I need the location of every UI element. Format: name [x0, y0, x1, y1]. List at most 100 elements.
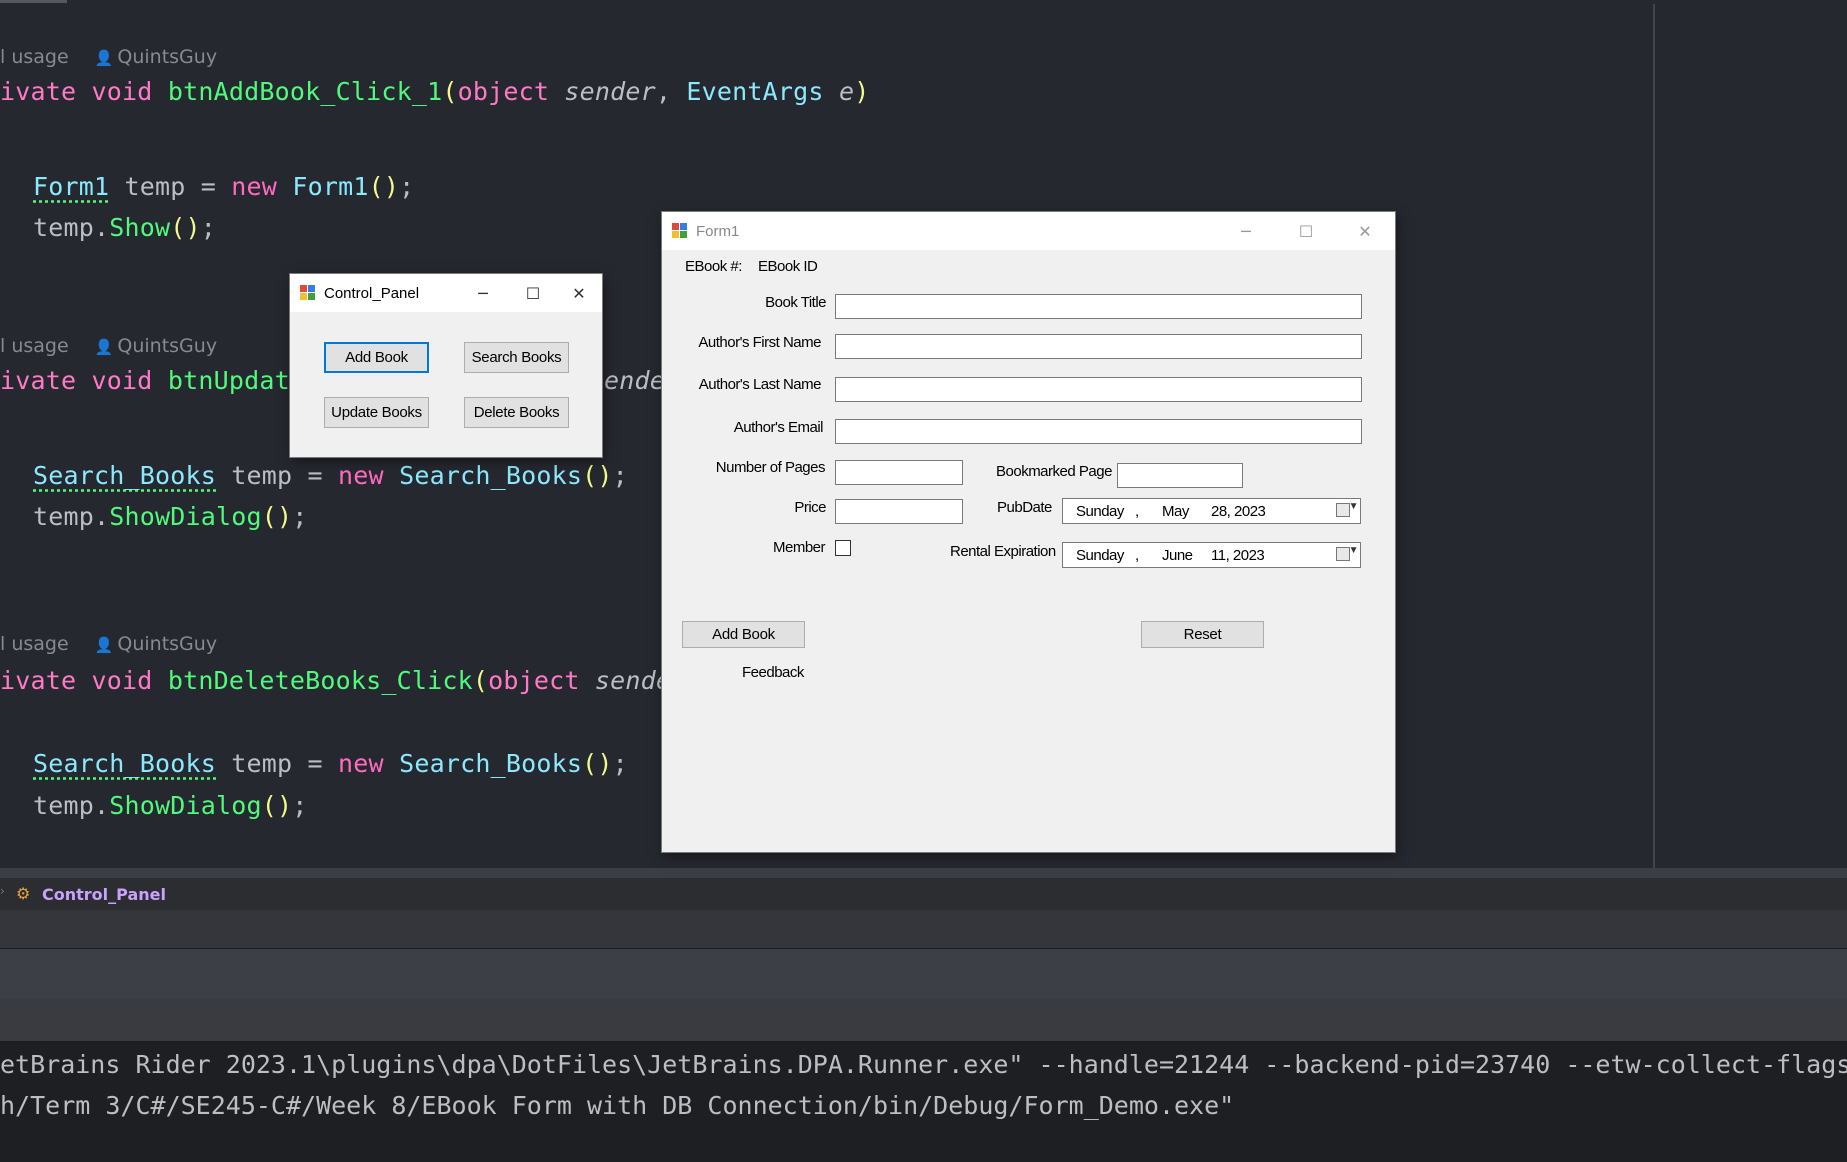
minimize-icon[interactable]: ─ [1223, 217, 1269, 245]
price-label: Price [794, 499, 826, 516]
form1-titlebar[interactable]: Form1 ─ ☐ ✕ [662, 212, 1395, 250]
number-of-pages-input[interactable] [835, 460, 963, 485]
rental-expiration-label: Rental Expiration [950, 543, 1056, 560]
code-param: sender [564, 77, 656, 106]
code-line[interactable]: Search_Books temp = new Search_Books(); [33, 749, 628, 778]
chevron-down-icon[interactable]: ▼ [1349, 501, 1359, 512]
email-label: Author's Email [733, 419, 824, 436]
console-line: h/Term 3/C#/SE245-C#/Week 8/EBook Form w… [0, 1091, 1235, 1120]
code-paren: () [368, 172, 400, 201]
run-console-output[interactable]: etBrains Rider 2023.1\plugins\dpa\DotFil… [0, 1041, 1847, 1162]
bookmarked-page-input[interactable] [1117, 463, 1243, 488]
ebook-id-value: EBook ID [758, 258, 818, 275]
code-text: temp. [33, 791, 110, 820]
codevision-hint[interactable]: l usage 👤 QuintsGuy [0, 46, 217, 68]
rental-day: Sunday [1076, 547, 1124, 564]
class-icon: ⚙ [16, 884, 31, 903]
usage-count[interactable]: l usage [0, 633, 69, 655]
code-line[interactable]: temp.ShowDialog(); [33, 791, 308, 820]
author-email-input[interactable] [835, 419, 1362, 444]
method-call: ShowDialog [109, 791, 262, 820]
code-line[interactable]: ivate void btnDeleteBooks_Click(object s… [0, 666, 671, 695]
control-panel-window[interactable]: Control_Panel ─ ☐ ✕ Add Book Search Book… [290, 274, 602, 457]
feedback-label: Feedback [742, 664, 804, 681]
code-paren: () [582, 461, 613, 490]
usage-count[interactable]: l usage [0, 335, 69, 357]
first-name-label: Author's First Name [698, 334, 821, 351]
rental-date: 11, 2023 [1211, 547, 1265, 564]
member-checkbox[interactable] [835, 540, 851, 556]
author-name[interactable]: QuintsGuy [117, 335, 217, 357]
window-title: Form1 [696, 223, 740, 240]
breadcrumb: › ⚙ Control_Panel [0, 878, 1847, 910]
control-panel-titlebar[interactable]: Control_Panel ─ ☐ ✕ [290, 274, 602, 312]
code-line[interactable]: Search_Books temp = new Search_Books(); [33, 461, 628, 490]
minimize-icon[interactable]: ─ [460, 279, 506, 307]
bookmarked-page-label: Bookmarked Page [996, 463, 1112, 480]
code-paren: ( [472, 666, 489, 695]
close-icon[interactable]: ✕ [1342, 217, 1388, 245]
user-icon: 👤 [94, 49, 114, 67]
book-title-label: Book Title [765, 294, 826, 311]
reset-button[interactable]: Reset [1141, 621, 1264, 648]
code-keyword: void [91, 366, 153, 395]
form-add-book-button[interactable]: Add Book [682, 621, 805, 648]
add-book-button[interactable]: Add Book [324, 342, 429, 373]
breadcrumb-item-control-panel[interactable]: Control_Panel [42, 885, 166, 904]
method-name: btnAddBook_Click_1 [167, 77, 443, 106]
pubdate-sep: , [1135, 503, 1139, 520]
codevision-hint[interactable]: l usage 👤 QuintsGuy [0, 335, 217, 357]
delete-books-button[interactable]: Delete Books [464, 397, 569, 428]
pubdate-picker[interactable]: Sunday , May 28, 2023 ▼ [1062, 498, 1361, 524]
code-type: Search_Books [33, 749, 217, 778]
search-books-button[interactable]: Search Books [464, 342, 569, 373]
author-last-name-input[interactable] [835, 377, 1362, 402]
editor-horizontal-scrollbar[interactable] [0, 868, 1847, 878]
code-text: ; [612, 461, 628, 490]
author-first-name-input[interactable] [835, 334, 1362, 359]
code-text: ; [200, 213, 217, 242]
code-paren: () [261, 791, 293, 820]
code-line[interactable]: temp.Show(); [33, 213, 216, 242]
book-title-input[interactable] [835, 294, 1362, 319]
code-text: temp = [109, 172, 232, 201]
code-paren: () [582, 749, 613, 778]
right-margin-guide [1653, 4, 1655, 868]
code-text: temp. [33, 213, 110, 242]
code-text: ; [292, 791, 308, 820]
tool-window-header [0, 910, 1847, 948]
console-line: etBrains Rider 2023.1\plugins\dpa\DotFil… [0, 1050, 1847, 1079]
code-paren: () [261, 502, 293, 531]
editor-tab-indicator [0, 0, 67, 3]
code-line[interactable]: ivate void btnAddBook_Click_1(object sen… [0, 77, 869, 106]
chevron-down-icon[interactable]: ▼ [1349, 545, 1359, 556]
close-icon[interactable]: ✕ [556, 279, 602, 307]
price-input[interactable] [835, 499, 963, 524]
code-line[interactable]: ivate void btnUpdat [0, 366, 290, 395]
pubdate-date: 28, 2023 [1211, 503, 1266, 520]
code-keyword: new [338, 461, 384, 490]
pubdate-month: May [1162, 503, 1189, 520]
update-books-button[interactable]: Update Books [324, 397, 429, 428]
method-name: btnUpdat [167, 366, 290, 395]
chevron-right-icon: › [0, 884, 5, 898]
rental-month: June [1162, 547, 1193, 564]
code-paren: () [170, 213, 201, 242]
code-modifier: ivate [0, 666, 77, 695]
app-icon [300, 285, 315, 300]
rental-expiration-picker[interactable]: Sunday , June 11, 2023 ▼ [1062, 542, 1361, 568]
code-text: temp. [33, 502, 110, 531]
code-type: EventArgs [686, 77, 824, 106]
maximize-icon[interactable]: ☐ [1283, 217, 1329, 245]
usage-count[interactable]: l usage [0, 46, 69, 68]
code-type: Form1 [292, 172, 369, 201]
author-name[interactable]: QuintsGuy [117, 633, 217, 655]
code-type: Search_Books [33, 461, 217, 490]
code-line[interactable]: Form1 temp = new Form1(); [33, 172, 414, 201]
codevision-hint[interactable]: l usage 👤 QuintsGuy [0, 633, 217, 655]
code-param: e [838, 77, 855, 106]
code-line[interactable]: temp.ShowDialog(); [33, 502, 308, 531]
form1-window[interactable]: Form1 ─ ☐ ✕ EBook #: EBook ID Book Title… [662, 212, 1395, 852]
maximize-icon[interactable]: ☐ [510, 279, 556, 307]
author-name[interactable]: QuintsGuy [117, 46, 217, 68]
